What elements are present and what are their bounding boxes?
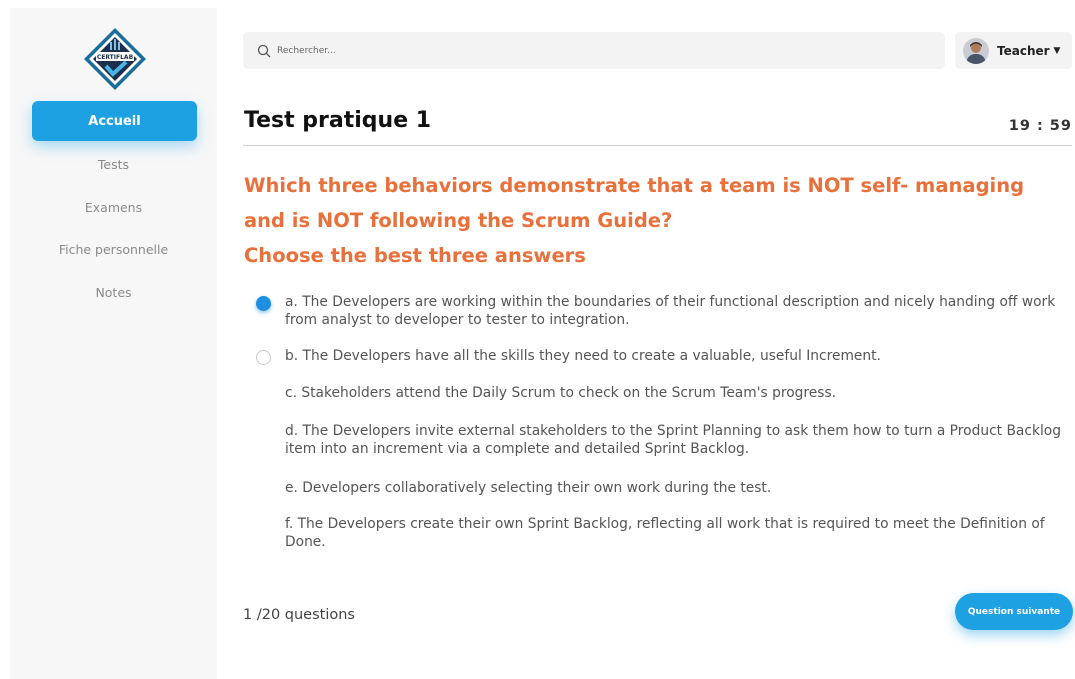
sidebar-item-examens[interactable]: Examens [10, 200, 217, 215]
search-placeholder: Rechercher... [277, 45, 336, 56]
answer-option-f[interactable]: f. The Developers create their own Sprin… [256, 515, 1075, 551]
next-question-button[interactable]: Question suivante [955, 593, 1073, 630]
sidebar-item-notes[interactable]: Notes [10, 285, 217, 300]
answer-text: c. Stakeholders attend the Daily Scrum t… [285, 385, 837, 401]
question-line: and is NOT following the Scrum Guide? [244, 209, 673, 232]
user-name: Teacher [997, 43, 1050, 58]
answer-option-d[interactable]: d. The Developers invite external stakeh… [256, 422, 1075, 458]
answer-text: d. The Developers invite external stakeh… [285, 423, 1061, 457]
question-text: Which three behaviors demonstrate that a… [244, 168, 1072, 273]
sidebar-item-fiche-personnelle[interactable]: Fiche personnelle [10, 242, 217, 257]
answer-option-a[interactable]: a. The Developers are working within the… [256, 293, 1075, 329]
question-line: Which three behaviors demonstrate that a… [244, 174, 1025, 197]
user-menu-button[interactable]: Teacher ▼ [955, 32, 1072, 69]
question-instruction: Choose the best three answers [244, 244, 586, 267]
sidebar-item-tests[interactable]: Tests [10, 157, 217, 172]
divider [243, 145, 1072, 146]
sidebar-item-accueil[interactable]: Accueil [32, 101, 197, 141]
answer-text: b. The Developers have all the skills th… [285, 348, 881, 364]
answer-option-b[interactable]: b. The Developers have all the skills th… [256, 347, 1075, 365]
page-title: Test pratique 1 [244, 108, 432, 133]
search-icon [257, 44, 271, 57]
answer-text: f. The Developers create their own Sprin… [285, 516, 1045, 550]
caret-down-icon: ▼ [1053, 45, 1061, 56]
question-progress: 1 /20 questions [243, 607, 355, 623]
answer-text: e. Developers collaboratively selecting … [285, 480, 772, 496]
search-input[interactable]: Rechercher... [243, 32, 945, 69]
avatar [963, 37, 989, 64]
answer-option-c[interactable]: c. Stakeholders attend the Daily Scrum t… [256, 384, 1075, 402]
certiflab-logo[interactable]: CERTIFLAB [82, 26, 148, 92]
answer-text: a. The Developers are working within the… [285, 294, 1056, 328]
sidebar: CERTIFLAB Accueil Tests Examens Fiche pe… [10, 8, 217, 679]
countdown-timer: 19 : 59 [1008, 118, 1072, 134]
logo-text: CERTIFLAB [97, 54, 134, 61]
radio-checked-icon[interactable] [256, 296, 271, 311]
answer-option-e[interactable]: e. Developers collaboratively selecting … [256, 479, 1075, 497]
radio-unchecked-icon[interactable] [256, 350, 271, 365]
